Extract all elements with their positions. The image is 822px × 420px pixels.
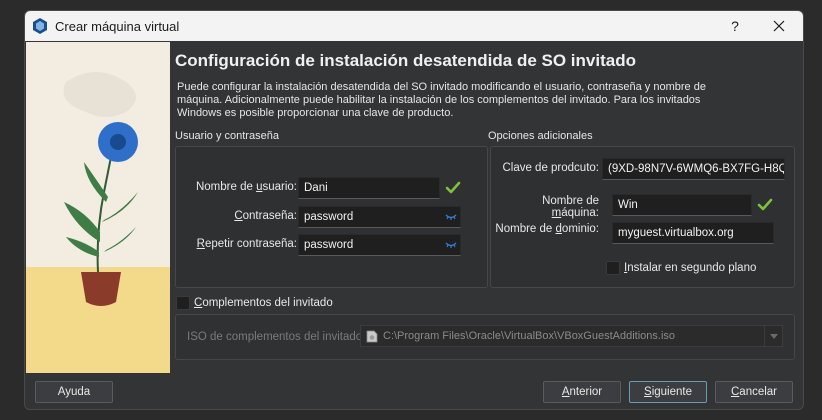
background-install-checkbox[interactable] bbox=[606, 261, 620, 275]
username-input[interactable]: Dani bbox=[298, 177, 440, 199]
eye-icon[interactable] bbox=[445, 212, 457, 222]
help-titlebar-button[interactable]: ? bbox=[725, 16, 745, 36]
repeat-password-label: Repetir contraseña: bbox=[196, 238, 297, 250]
password-label: Contraseña: bbox=[234, 210, 297, 222]
check-icon bbox=[445, 181, 461, 194]
hostname-label: Nombre de máquina: bbox=[542, 195, 599, 219]
create-vm-dialog: Crear máquina virtual ? Configuración de… bbox=[24, 10, 804, 410]
domain-input[interactable]: myguest.virtualbox.org bbox=[612, 222, 774, 244]
title-bar: Crear máquina virtual ? bbox=[25, 11, 803, 41]
product-key-input[interactable]: (9XD-98N7V-6WMQ6-BX7FG-H8Q99 bbox=[602, 158, 785, 180]
eye-icon[interactable] bbox=[445, 240, 457, 250]
cancel-button[interactable]: Cancelar bbox=[715, 381, 793, 403]
domain-label: Nombre de dominio: bbox=[495, 223, 599, 235]
file-icon bbox=[366, 330, 378, 343]
username-label: Nombre de usuario: bbox=[195, 181, 297, 193]
check-icon bbox=[757, 198, 773, 211]
user-section-title: Usuario y contraseña bbox=[175, 130, 279, 142]
guest-additions-checkbox[interactable] bbox=[176, 296, 190, 310]
next-button[interactable]: Siguiente bbox=[629, 381, 707, 403]
wizard-illustration bbox=[26, 42, 170, 373]
virtualbox-icon bbox=[33, 18, 47, 34]
chevron-down-icon bbox=[770, 334, 778, 339]
window-title: Crear máquina virtual bbox=[55, 19, 180, 34]
options-section-title: Opciones adicionales bbox=[488, 130, 593, 142]
back-button[interactable]: Anterior bbox=[543, 381, 621, 403]
product-key-label: Clave de prodcuto: bbox=[502, 162, 599, 174]
page-description: Puede configurar la instalación desatend… bbox=[177, 81, 706, 119]
iso-label: ISO de complementos del invitado: bbox=[187, 331, 366, 343]
hostname-input[interactable]: Win bbox=[612, 194, 752, 216]
iso-dropdown-button[interactable] bbox=[764, 326, 782, 346]
page-title: Configuración de instalación desatendida… bbox=[175, 51, 636, 70]
iso-path-combobox[interactable]: C:\Program Files\Oracle\VirtualBox\VBoxG… bbox=[360, 325, 783, 347]
background-install-label: Instalar en segundo plano bbox=[624, 262, 757, 274]
close-icon[interactable] bbox=[769, 16, 789, 36]
dialog-footer: Ayuda Anterior Siguiente Cancelar bbox=[25, 373, 803, 409]
password-input[interactable]: password bbox=[298, 206, 461, 228]
help-button[interactable]: Ayuda bbox=[35, 381, 113, 403]
guest-additions-label: Complementos del invitado bbox=[194, 297, 333, 309]
iso-path-value: C:\Program Files\Oracle\VirtualBox\VBoxG… bbox=[383, 330, 676, 342]
repeat-password-input[interactable]: password bbox=[298, 234, 461, 256]
